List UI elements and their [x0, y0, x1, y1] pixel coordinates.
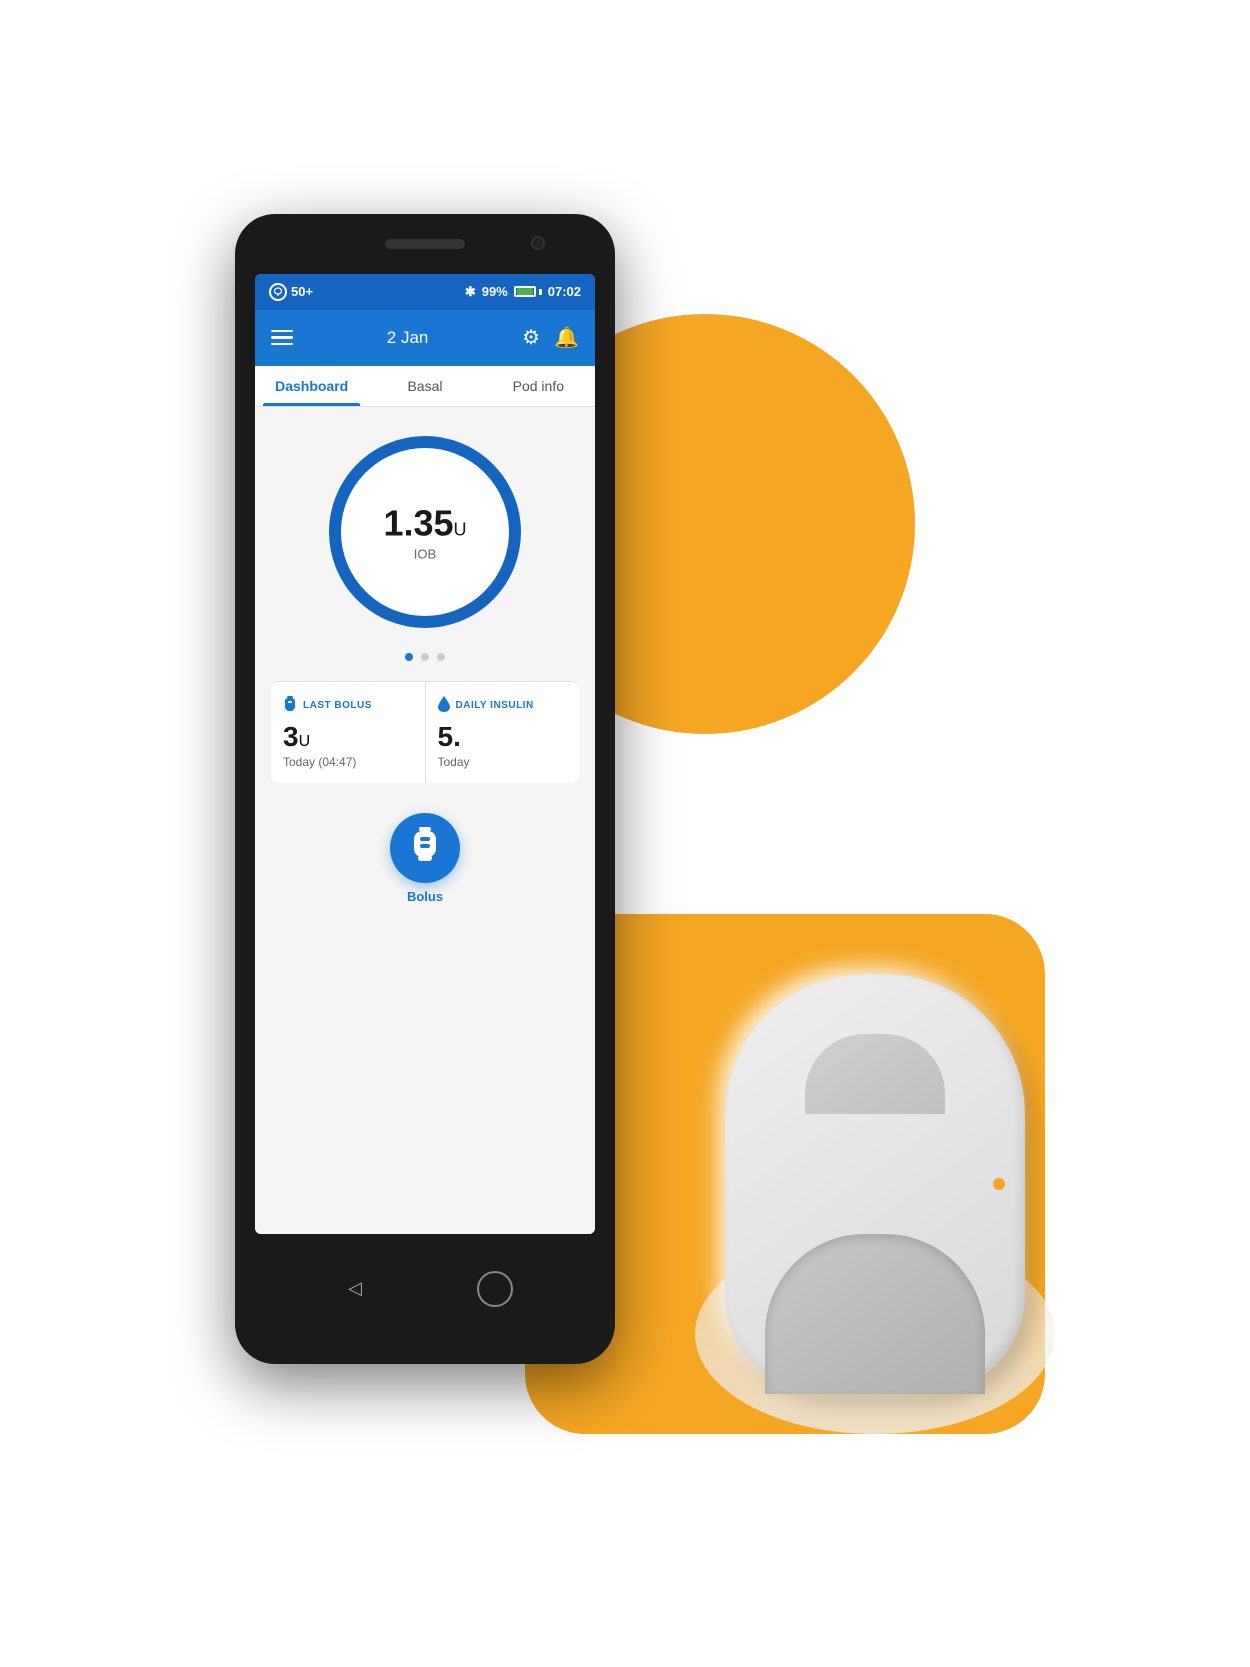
- tab-basal-label: Basal: [407, 378, 442, 394]
- pod-status-dot: [993, 1178, 1005, 1190]
- back-button[interactable]: ◁: [337, 1271, 373, 1307]
- pod-status-icon: [269, 283, 287, 301]
- battery-icon: [514, 286, 542, 297]
- iob-label: IOB: [383, 546, 466, 561]
- phone-screen: 50+ ✱ 99% 07:02: [255, 274, 595, 1234]
- phone-top-bar: [235, 214, 615, 274]
- header-date: 2 Jan: [387, 328, 429, 348]
- hamburger-line-2: [271, 336, 293, 339]
- last-bolus-card: LAST BOLUS 3U Today (04:47): [271, 682, 426, 783]
- last-bolus-unit: U: [299, 733, 311, 750]
- pod-body: [725, 974, 1025, 1394]
- phone-nav-bar: ◁: [235, 1234, 615, 1364]
- notification-count: 50+: [291, 284, 313, 299]
- dot-2: [421, 653, 429, 661]
- status-left: 50+: [269, 283, 313, 301]
- dot-1: [405, 653, 413, 661]
- home-button[interactable]: [477, 1271, 513, 1307]
- pod-device: [695, 954, 1055, 1434]
- bolus-section: Bolus: [390, 813, 460, 904]
- tab-basal[interactable]: Basal: [368, 366, 481, 406]
- daily-insulin-value: 5.: [438, 721, 461, 752]
- bolus-button[interactable]: [390, 813, 460, 883]
- phone-camera: [531, 236, 545, 250]
- status-right: ✱ 99% 07:02: [465, 284, 581, 300]
- last-bolus-value-row: 3U: [283, 721, 413, 753]
- tab-dashboard-label: Dashboard: [275, 378, 348, 394]
- scene: 50+ ✱ 99% 07:02: [175, 134, 1075, 1534]
- tab-dashboard[interactable]: Dashboard: [255, 366, 368, 406]
- screen-content: 1.35U IOB: [255, 407, 595, 1234]
- last-bolus-header: LAST BOLUS: [283, 696, 413, 715]
- iob-number: 1.35: [383, 502, 453, 543]
- app-header: 2 Jan ⚙ 🔔: [255, 310, 595, 366]
- battery-percent: 99%: [482, 284, 508, 299]
- bolus-vial-icon: [283, 696, 297, 715]
- header-icons: ⚙ 🔔: [522, 325, 579, 350]
- last-bolus-title: LAST BOLUS: [303, 700, 372, 711]
- last-bolus-sub: Today (04:47): [283, 755, 413, 769]
- pod-top-bump: [805, 1034, 945, 1114]
- bluetooth-icon: ✱: [465, 284, 476, 300]
- hamburger-line-3: [271, 343, 293, 346]
- pod-inner-arch: [765, 1234, 985, 1394]
- iob-value-display: 1.35U: [383, 502, 466, 544]
- bolus-label: Bolus: [407, 889, 443, 904]
- settings-icon[interactable]: ⚙: [522, 325, 540, 350]
- tab-pod-info[interactable]: Pod info: [482, 366, 595, 406]
- stats-row: LAST BOLUS 3U Today (04:47): [271, 681, 579, 783]
- status-bar: 50+ ✱ 99% 07:02: [255, 274, 595, 310]
- drop-icon: [438, 696, 450, 715]
- iob-unit: U: [454, 519, 467, 539]
- daily-insulin-sub: Today: [438, 755, 568, 769]
- notification-bell-icon[interactable]: 🔔: [554, 325, 579, 350]
- daily-insulin-header: DAILY INSULIN: [438, 696, 568, 715]
- hamburger-line-1: [271, 330, 293, 333]
- hamburger-menu-button[interactable]: [271, 330, 293, 346]
- iob-circle-container: 1.35U IOB: [320, 427, 530, 637]
- phone-speaker: [385, 239, 465, 249]
- tab-bar: Dashboard Basal Pod info: [255, 366, 595, 407]
- pagination-dots: [405, 653, 445, 661]
- daily-insulin-value-row: 5.: [438, 721, 568, 753]
- clock-time: 07:02: [548, 284, 581, 299]
- daily-insulin-card: DAILY INSULIN 5. Today: [426, 682, 580, 783]
- back-icon: ◁: [348, 1278, 362, 1299]
- bolus-button-icon: [410, 827, 440, 868]
- tab-pod-info-label: Pod info: [513, 378, 564, 394]
- daily-insulin-title: DAILY INSULIN: [456, 700, 534, 711]
- iob-text: 1.35U IOB: [383, 502, 466, 561]
- last-bolus-value: 3: [283, 721, 299, 752]
- dot-3: [437, 653, 445, 661]
- phone-device: 50+ ✱ 99% 07:02: [235, 214, 615, 1364]
